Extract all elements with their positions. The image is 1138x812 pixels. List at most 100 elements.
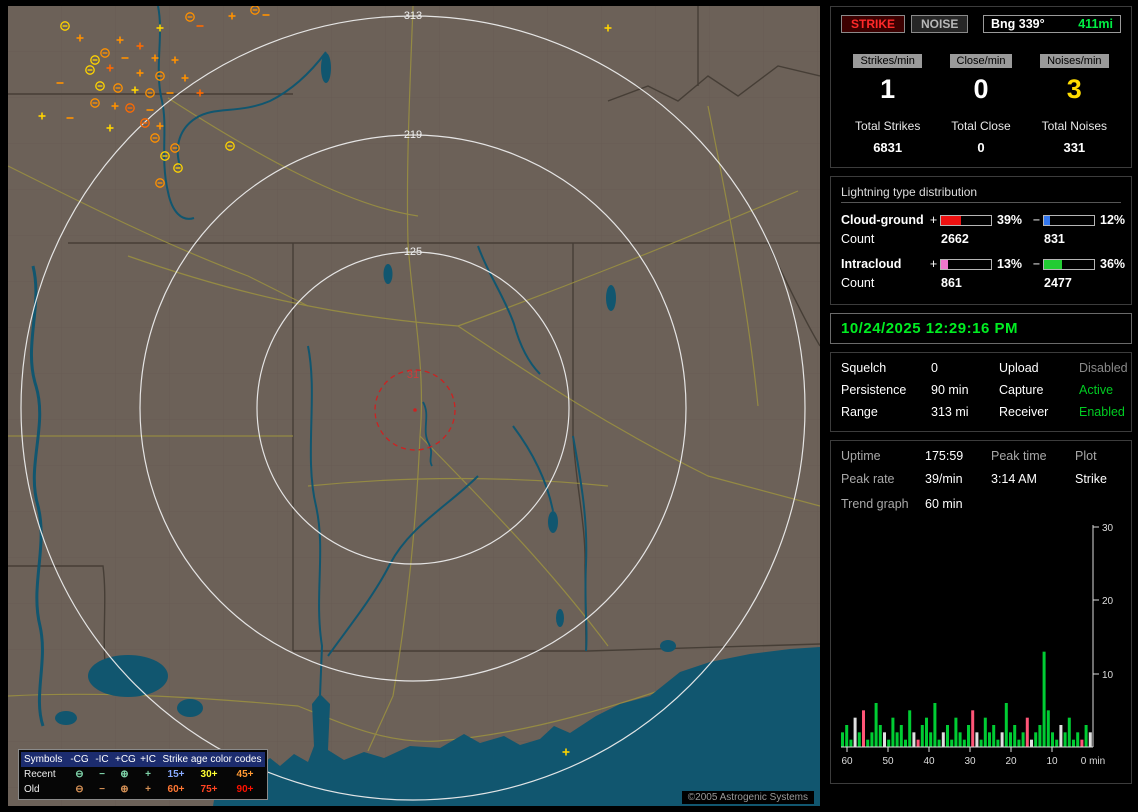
age-code-15: 15+ xyxy=(167,769,185,780)
x-tick-10: 10 xyxy=(1046,756,1058,767)
ic-positive-bar xyxy=(940,258,992,270)
capture-status: Active xyxy=(1079,383,1114,397)
x-tick-50: 50 xyxy=(882,756,894,767)
persistence-label: Persistence xyxy=(841,383,907,397)
count-label: Count xyxy=(841,232,875,246)
x-tick-0: 0 min xyxy=(1081,756,1105,767)
y-tick-30: 30 xyxy=(1102,523,1114,534)
capture-label: Capture xyxy=(999,383,1044,397)
close-per-min-header: Close/min xyxy=(949,54,1013,68)
cg-pos-old-icon: ⊕ xyxy=(120,784,129,795)
cg-pos-recent-icon: ⊕ xyxy=(120,769,129,780)
age-code-45: 45+ xyxy=(236,769,254,780)
x-tick-40: 40 xyxy=(923,756,935,767)
strike-button[interactable]: STRIKE xyxy=(841,15,906,33)
cloud-ground-count-row: Count 2662 831 xyxy=(841,232,1121,246)
app-window: 313 219 125 31 Symbols -CG -IC +CG +IC S… xyxy=(0,0,1138,812)
axis-tick-labels: 30 20 10 60 50 40 30 20 10 0 min xyxy=(841,523,1113,767)
upload-status: Disabled xyxy=(1079,361,1128,375)
x-tick-60: 60 xyxy=(841,756,853,767)
lightning-map: 313 219 125 31 xyxy=(8,6,820,806)
peak-rate-label: Peak rate xyxy=(841,472,895,486)
legend-col-ic-pos: +IC xyxy=(137,752,159,767)
copyright: ©2005 Astrogenic Systems xyxy=(681,791,814,804)
ic-positive-count: 861 xyxy=(941,276,962,290)
y-tick-10: 10 xyxy=(1102,670,1114,681)
stats-panel: Uptime 175:59 Peak time Plot Peak rate 3… xyxy=(830,440,1132,784)
intracloud-label: Intracloud xyxy=(841,257,902,271)
intracloud-count-row: Count 861 2477 xyxy=(841,276,1121,290)
datetime-panel: 10/24/2025 12:29:16 PM xyxy=(830,313,1132,344)
noises-per-min-header: Noises/min xyxy=(1040,54,1109,68)
peak-time-value: 3:14 AM xyxy=(991,472,1037,486)
plus-sign: + xyxy=(929,213,938,227)
ring-label-close: 31 xyxy=(407,369,419,381)
cg-negative-count: 831 xyxy=(1044,232,1065,246)
legend-old-label: Old xyxy=(24,784,40,795)
trend-bars xyxy=(841,651,1092,747)
range-value: 313 mi xyxy=(931,405,969,419)
persistence-value: 90 min xyxy=(931,383,969,397)
cloud-ground-label: Cloud-ground xyxy=(841,213,924,227)
squelch-value: 0 xyxy=(931,361,938,375)
age-code-90: 90+ xyxy=(236,784,254,795)
peak-rate-value: 39/min xyxy=(925,472,963,486)
ring-label-middle: 219 xyxy=(404,129,422,141)
squelch-label: Squelch xyxy=(841,361,887,375)
minus-sign: − xyxy=(1032,213,1041,227)
plot-value: Strike xyxy=(1075,472,1107,486)
cg-positive-bar xyxy=(940,214,992,226)
cg-negative-bar xyxy=(1043,214,1095,226)
upload-label: Upload xyxy=(999,361,1039,375)
strike-legend: Symbols -CG -IC +CG +IC Strike age color… xyxy=(18,749,268,800)
ic-pos-recent-icon: + xyxy=(145,769,151,780)
map-panel: 313 219 125 31 Symbols -CG -IC +CG +IC S… xyxy=(8,6,820,806)
distribution-title: Lightning type distribution xyxy=(841,185,1121,203)
age-code-75: 75+ xyxy=(200,784,218,795)
close-per-min-value: 0 xyxy=(973,74,989,104)
age-code-30: 30+ xyxy=(200,769,218,780)
ic-negative-count: 2477 xyxy=(1044,276,1072,290)
legend-col-ic-neg: -IC xyxy=(92,752,112,767)
intracloud-row: Intracloud + 13% − 36% xyxy=(841,257,1125,271)
noise-button[interactable]: NOISE xyxy=(911,15,969,33)
ic-neg-recent-icon: − xyxy=(99,769,105,780)
trend-graph-label: Trend graph xyxy=(841,497,909,511)
peak-time-label: Peak time xyxy=(991,449,1047,463)
legend-col-cg-pos: +CG xyxy=(112,752,137,767)
total-strikes-label: Total Strikes xyxy=(854,119,921,133)
ic-neg-old-icon: − xyxy=(99,784,105,795)
settings-panel: Squelch 0 Upload Disabled Persistence 90… xyxy=(830,352,1132,432)
legend-symbols-header: Symbols xyxy=(21,752,67,767)
noises-per-min-value: 3 xyxy=(1066,74,1082,104)
y-tick-20: 20 xyxy=(1102,596,1114,607)
close-per-min-column: Close/min 0 Total Close 0 xyxy=(934,51,1027,155)
cloud-ground-row: Cloud-ground + 39% − 12% xyxy=(841,213,1125,227)
x-tick-30: 30 xyxy=(964,756,976,767)
ring-label-inner: 125 xyxy=(404,246,422,258)
ic-negative-pct: 36% xyxy=(1100,257,1126,271)
receiver-status: Enabled xyxy=(1079,405,1125,419)
plus-sign: + xyxy=(929,257,938,271)
total-close-value: 0 xyxy=(977,140,985,155)
current-datetime: 10/24/2025 12:29:16 PM xyxy=(841,320,1018,337)
total-noises-label: Total Noises xyxy=(1041,119,1107,133)
range-label: Range xyxy=(841,405,878,419)
x-tick-20: 20 xyxy=(1005,756,1017,767)
strikes-per-min-column: Strikes/min 1 Total Strikes 6831 xyxy=(841,51,934,155)
total-strikes-value: 6831 xyxy=(873,140,903,155)
sidebar: STRIKE NOISE Bng 339° 411mi Strikes/min … xyxy=(830,6,1132,806)
plot-label: Plot xyxy=(1075,449,1097,463)
cg-positive-pct: 39% xyxy=(997,213,1023,227)
minus-sign: − xyxy=(1032,257,1041,271)
age-code-60: 60+ xyxy=(167,784,185,795)
bearing-range-value: 411mi xyxy=(1078,17,1113,31)
ring-label-outer: 313 xyxy=(404,10,422,22)
receiver-label: Receiver xyxy=(999,405,1049,419)
legend-col-cg-neg: -CG xyxy=(67,752,92,767)
noises-per-min-column: Noises/min 3 Total Noises 331 xyxy=(1028,51,1121,155)
cg-neg-old-icon: ⊖ xyxy=(75,784,84,795)
total-noises-value: 331 xyxy=(1063,140,1086,155)
ic-negative-bar xyxy=(1043,258,1095,270)
distribution-panel: Lightning type distribution Cloud-ground… xyxy=(830,176,1132,305)
